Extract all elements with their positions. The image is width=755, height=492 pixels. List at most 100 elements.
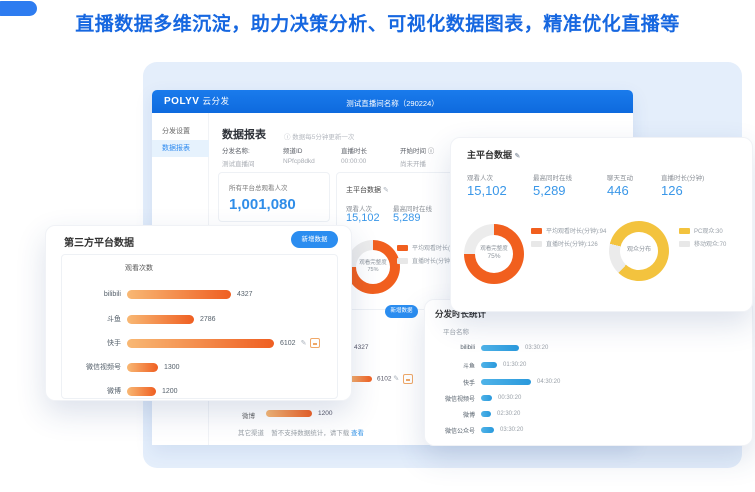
total-views-value: 1,001,080: [229, 196, 296, 213]
donut-center-line1: 观看完整度: [359, 260, 387, 266]
views-value: 4327: [237, 291, 253, 298]
mini-platform-title-text: 主平台数据: [346, 187, 381, 194]
footer-note-label: 其它渠道: [238, 430, 264, 437]
download-link[interactable]: 查看: [351, 430, 364, 437]
legend-swatch: [397, 258, 408, 264]
platform-label: bilibili: [431, 345, 475, 351]
mini-stat-value: 15,102: [346, 212, 380, 224]
donut-center-line1: 观看完整度: [480, 246, 508, 252]
duration-value: 04:30:20: [537, 379, 560, 385]
info-value: NPfcp8dkd: [283, 158, 315, 165]
duration-row: bilibili 03:30:20: [431, 342, 548, 354]
mini-platform-title: 主平台数据 ✎: [346, 185, 389, 195]
add-data-button[interactable]: 新增数据: [291, 231, 338, 248]
info-field: 直播时长 00:00:00: [341, 145, 367, 165]
duration-bar: [481, 411, 491, 417]
donut-center-line2: 75%: [367, 267, 378, 273]
legend-item: 移动观众:70: [679, 239, 726, 248]
info-field: 频道ID NPfcp8dkd: [283, 145, 315, 165]
duration-value: 03:30:20: [525, 345, 548, 351]
third-party-card: 第三方平台数据 新增数据 观看次数 bilibili 4327 斗鱼 2786 …: [45, 225, 352, 401]
donut-center-text: 观看完整度75%: [346, 260, 400, 274]
platform-card: 主平台数据 ✎ 观看人次 15,102 最高同时在线 5,289 聊天互动 44…: [450, 137, 753, 312]
background-bar-value: 4327: [354, 344, 368, 351]
completion-donut: 观看完整度75%: [464, 224, 524, 284]
info-value: 测试直播间: [222, 158, 255, 168]
legend-swatch: [531, 228, 542, 234]
views-bar: [127, 339, 274, 348]
info-label: 频道ID: [283, 145, 315, 155]
legend-label: 平均观看时长(分钟):94: [546, 226, 606, 235]
duration-value: 00:30:20: [498, 395, 521, 401]
platform-label: 微信视频号: [431, 394, 475, 403]
edit-icon[interactable]: ✎: [515, 153, 521, 160]
page-subtitle: ⓘ 数据每5分钟更新一次: [284, 131, 354, 141]
edit-icon[interactable]: ✎: [383, 187, 389, 194]
sidebar-item-distribution-settings[interactable]: 分发设置: [152, 123, 209, 140]
views-chart-box: 观看次数 bilibili 4327 斗鱼 2786 快手 6102 ✎ 微信视…: [61, 254, 338, 399]
footer-note-text: 暂不支持数据统计，请下载: [271, 430, 349, 437]
legend-swatch: [531, 241, 542, 247]
views-bar: [127, 315, 194, 324]
stat-value: 5,289: [533, 183, 566, 198]
stat-value: 15,102: [467, 183, 507, 198]
platform-label: 微博: [62, 386, 121, 396]
edit-icon[interactable]: ✎: [301, 339, 307, 347]
legend-label: PC观众:30: [694, 226, 723, 235]
views-value: 6102: [280, 340, 296, 347]
duration-value: 02:30:20: [497, 411, 520, 417]
platform-label: 微博: [431, 410, 475, 419]
duration-row: 斗鱼 01:30:20: [431, 359, 526, 371]
views-value: 1300: [164, 364, 180, 371]
chart-row: 斗鱼 2786: [62, 313, 216, 325]
info-label: 开始时间 ⓘ: [400, 145, 434, 155]
footer-note: 其它渠道 暂不支持数据统计，请下载 查看: [238, 427, 364, 437]
donut-center-line2: 75%: [487, 253, 500, 260]
platform-card-title-text: 主平台数据: [467, 150, 512, 160]
delete-icon[interactable]: [403, 374, 413, 384]
stat-value: 126: [661, 183, 683, 198]
mini-stat-value: 5,289: [393, 212, 421, 224]
info-value: 尚未开播: [400, 158, 434, 168]
third-party-card-title: 第三方平台数据: [64, 234, 134, 249]
brand-suffix: 云分发: [202, 96, 229, 106]
brand-logo: POLYV云分发: [164, 95, 230, 107]
legend-swatch: [679, 241, 690, 247]
platform-label: 斗鱼: [62, 314, 121, 324]
platform-label: bilibili: [62, 291, 121, 298]
legend-item: 平均观看时长(分钟):94: [531, 226, 606, 235]
platform-label: 微信视频号: [62, 362, 121, 372]
background-bar-value: 6102: [377, 376, 391, 383]
duration-row: 微信公众号 03:30:20: [431, 424, 523, 436]
duration-card: 分发时长统计 平台名称 bilibili 03:30:20 斗鱼 01:30:2…: [424, 299, 753, 446]
background-bar-row: 6102 ✎: [377, 374, 413, 384]
chart-row: 快手 6102 ✎: [62, 337, 320, 349]
info-value: 00:00:00: [341, 158, 367, 165]
chart-row: bilibili 4327: [62, 288, 253, 300]
stat-value: 446: [607, 183, 629, 198]
weibo-row-label: 微博: [242, 410, 255, 420]
platform-label: 快手: [62, 338, 121, 348]
platform-label: 斗鱼: [431, 361, 475, 370]
views-value: 2786: [200, 316, 216, 323]
mini-completion-donut: 观看完整度75%: [346, 240, 400, 294]
weibo-bar: [266, 410, 312, 417]
audience-donut: 观众分布: [609, 221, 669, 281]
edit-icon[interactable]: ✎: [393, 376, 399, 383]
info-field: 开始时间 ⓘ 尚未开播: [400, 145, 434, 168]
duration-bar: [481, 379, 531, 385]
chart-row: 微信视频号 1300: [62, 361, 180, 373]
donut-center-line1: 观众分布: [627, 247, 651, 253]
duration-row: 微信视频号 00:30:20: [431, 392, 521, 404]
duration-bar: [481, 427, 494, 433]
duration-row: 微博 02:30:20: [431, 408, 520, 420]
add-data-button[interactable]: 新增数据: [385, 305, 418, 318]
donut-center-text: 观看完整度75%: [464, 246, 524, 262]
page: 直播数据多维沉淀，助力决策分析、可视化数据图表，精准优化直播等 测试直播间名称（…: [0, 0, 755, 492]
donut-center-text: 观众分布: [609, 247, 669, 255]
platform-label: 快手: [431, 378, 475, 387]
sidebar-item-data-report[interactable]: 数据报表: [152, 140, 209, 157]
total-views-box: 所有平台总观看人次 1,001,080: [218, 172, 330, 222]
stat-label: 聊天互动: [607, 172, 633, 182]
delete-icon[interactable]: [310, 338, 320, 348]
